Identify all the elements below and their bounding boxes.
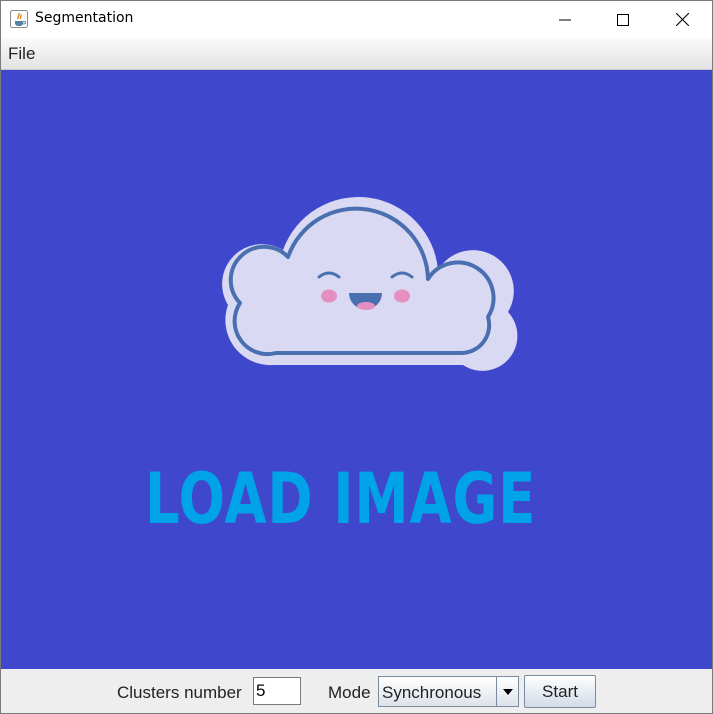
chevron-down-icon <box>502 688 513 695</box>
minimize-icon <box>559 19 571 20</box>
load-image-placeholder: LOAD IMAGE <box>145 458 537 540</box>
start-button[interactable]: Start <box>524 675 596 708</box>
maximize-button[interactable] <box>594 1 652 38</box>
mode-label: Mode <box>328 683 371 702</box>
close-button[interactable] <box>653 1 711 38</box>
title-bar[interactable]: Segmentation <box>1 1 712 38</box>
control-bar: Clusters number Mode Synchronous Start <box>1 669 712 713</box>
menu-file[interactable]: File <box>8 44 35 64</box>
app-window: Segmentation File LOAD IMAGE Clusters nu… <box>0 0 713 714</box>
window-title: Segmentation <box>35 10 134 26</box>
cloud-icon <box>222 196 518 371</box>
clusters-label: Clusters number <box>117 683 242 702</box>
mode-dropdown[interactable]: Synchronous <box>378 676 519 707</box>
java-icon <box>10 10 28 28</box>
close-icon <box>675 13 689 26</box>
maximize-icon <box>617 13 629 26</box>
minimize-button[interactable] <box>536 1 594 38</box>
menu-bar: File <box>1 38 712 70</box>
clusters-input[interactable] <box>253 677 301 705</box>
image-canvas[interactable]: LOAD IMAGE <box>1 70 712 669</box>
dropdown-arrow-button[interactable] <box>496 677 518 706</box>
mode-selected-value: Synchronous <box>382 683 482 702</box>
